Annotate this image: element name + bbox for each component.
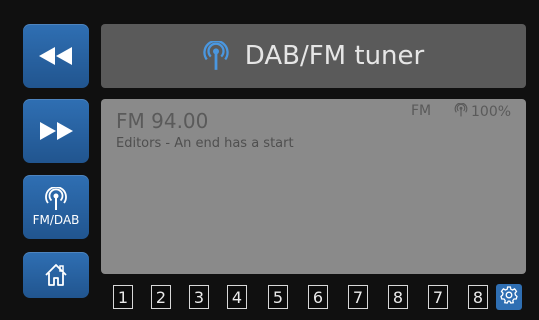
preset-button-3[interactable]: 3: [189, 285, 209, 309]
settings-button[interactable]: [496, 284, 522, 310]
preset-button-8[interactable]: 8: [388, 285, 408, 309]
gear-icon: [499, 285, 519, 309]
rds-text: Editors - An end has a start: [116, 136, 294, 151]
preset-button-6[interactable]: 6: [308, 285, 328, 309]
preset-button-5[interactable]: 5: [268, 285, 288, 309]
fast-forward-icon: [39, 122, 73, 140]
preset-button-9[interactable]: 7: [428, 285, 448, 309]
source-label: FM/DAB: [32, 213, 80, 227]
now-playing-panel: FM 94.00 Editors - An end has a start FM…: [101, 99, 526, 274]
page-title: DAB/FM tuner: [244, 41, 425, 71]
band-indicator: FM: [411, 103, 432, 119]
title-bar: DAB/FM tuner: [101, 24, 526, 88]
home-button[interactable]: [23, 252, 89, 298]
home-icon: [43, 262, 69, 288]
signal-strength: 100%: [454, 102, 512, 121]
antenna-icon: [203, 41, 229, 71]
preset-button-10[interactable]: 8: [468, 285, 488, 309]
rewind-icon: [39, 47, 73, 65]
antenna-icon: [45, 187, 67, 211]
preset-button-2[interactable]: 2: [151, 285, 171, 309]
preset-button-1[interactable]: 1: [113, 285, 133, 309]
station-frequency: FM 94.00: [116, 109, 209, 133]
preset-button-7[interactable]: 7: [348, 285, 368, 309]
rewind-button[interactable]: [23, 24, 89, 88]
preset-button-4[interactable]: 4: [227, 285, 247, 309]
signal-icon: [454, 102, 471, 121]
signal-value: 100%: [471, 104, 512, 120]
fast-forward-button[interactable]: [23, 99, 89, 163]
source-toggle-button[interactable]: FM/DAB: [23, 175, 89, 239]
